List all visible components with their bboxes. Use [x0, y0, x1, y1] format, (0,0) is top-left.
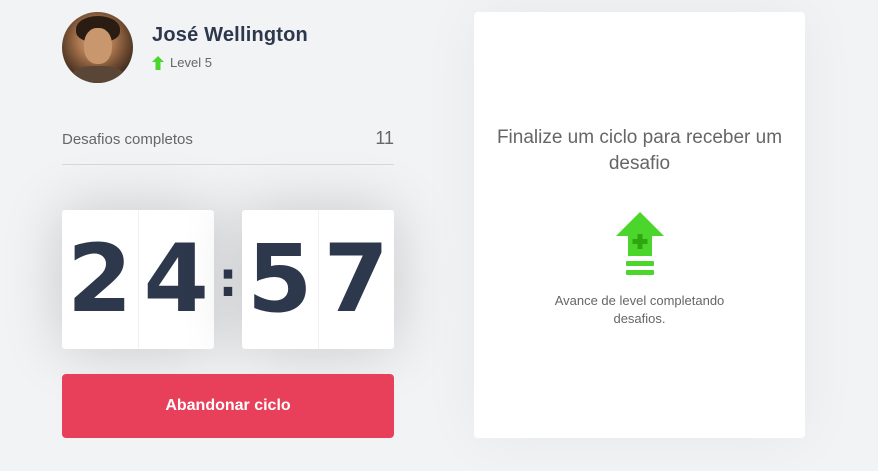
minutes-card: 2 4	[62, 210, 214, 349]
minutes-tens-digit: 2	[67, 224, 133, 334]
abandon-cycle-button[interactable]: Abandonar ciclo	[62, 374, 394, 438]
minutes-ones-digit: 4	[137, 210, 215, 349]
completed-challenges: Desafios completos 11	[62, 128, 394, 165]
completed-challenges-label: Desafios completos	[62, 131, 193, 148]
seconds-card: 5 7	[242, 210, 394, 349]
level: Level 5	[152, 55, 308, 70]
user-name: José Wellington	[152, 24, 308, 46]
level-up-arrow-plus-icon	[616, 212, 664, 275]
challenge-panel: Finalize um ciclo para receber um desafi…	[474, 12, 805, 438]
countdown: 2 4 : 5 7	[62, 210, 394, 349]
level-up-arrow-icon	[152, 55, 164, 70]
avatar	[62, 11, 133, 83]
level-label: Level 5	[170, 55, 212, 70]
countdown-separator: :	[218, 251, 238, 308]
left-column: José Wellington Level 5 Desafios complet…	[62, 11, 394, 438]
challenge-panel-description: Avance de level completando desafios.	[554, 293, 725, 326]
challenge-panel-title: Finalize um ciclo para receber um desafi…	[496, 127, 783, 174]
profile: José Wellington Level 5	[62, 11, 394, 83]
completed-challenges-count: 11	[375, 128, 394, 148]
profile-info: José Wellington Level 5	[152, 24, 308, 70]
seconds-ones-digit: 7	[317, 210, 395, 349]
seconds-tens-digit: 5	[247, 224, 313, 334]
